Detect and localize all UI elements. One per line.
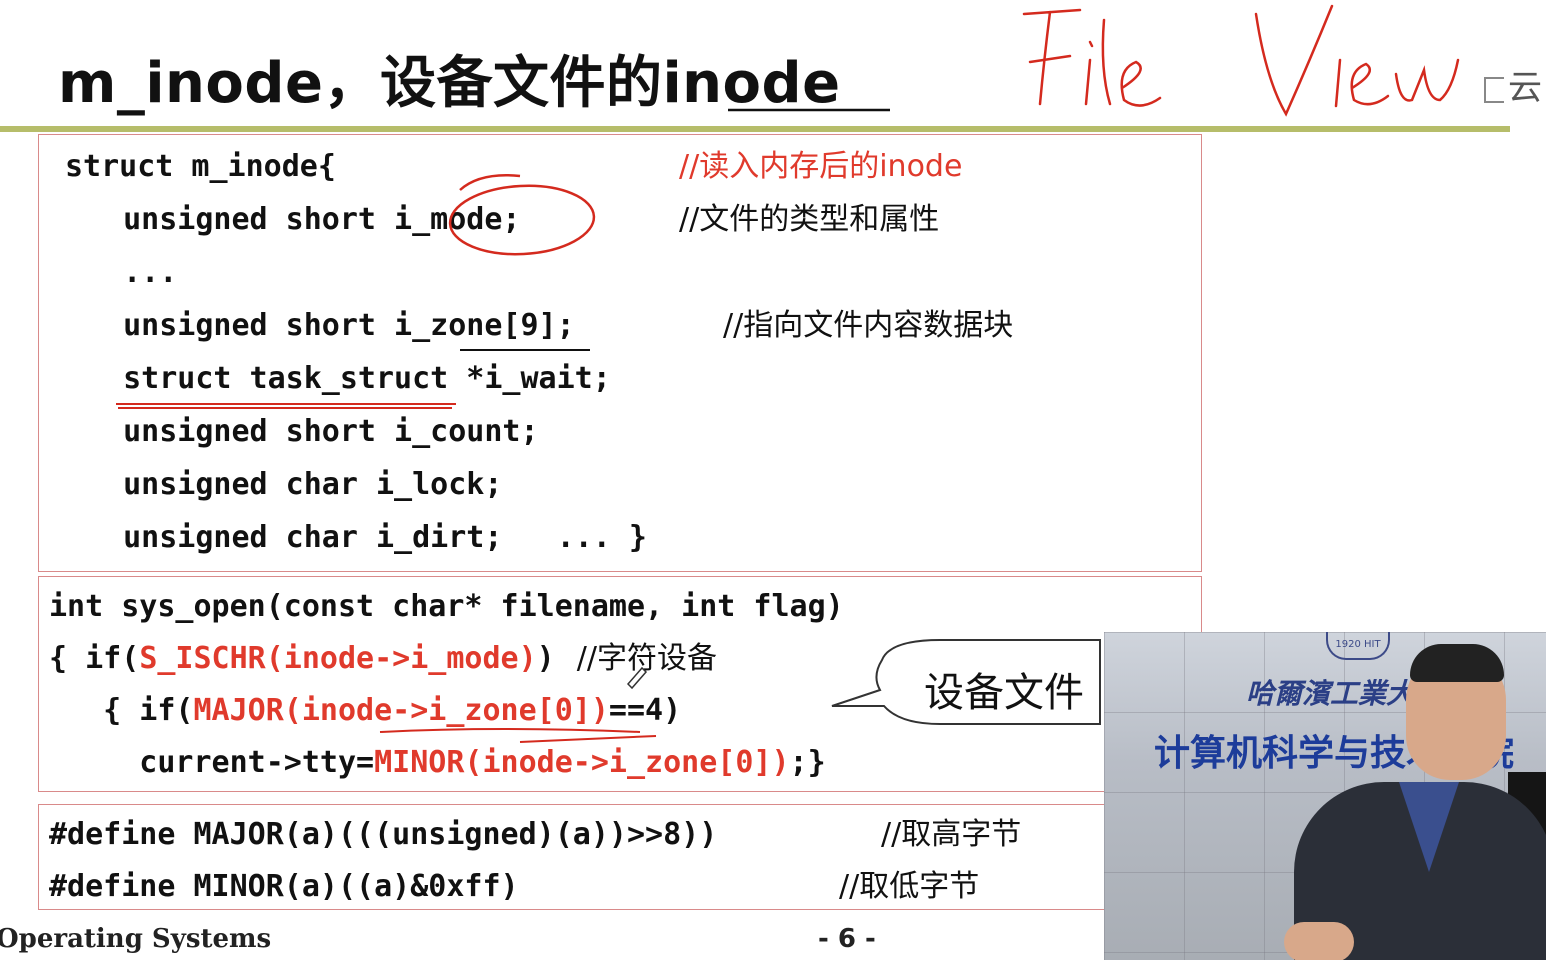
school-name: 哈爾濱工業大	[1246, 677, 1415, 710]
callout-text: 设备文件	[924, 670, 1084, 716]
footer-course-name: Operating Systems	[0, 924, 272, 954]
instructor-video: 1920 HIT 哈爾濱工業大 计算机科学与技术学院	[1104, 632, 1546, 960]
sys-open-line-4: current->tty=MINOR(inode->i_zone[0]);}	[49, 745, 826, 780]
cloud-icon	[1484, 76, 1504, 103]
handwritten-file-view	[1022, 4, 1460, 117]
title-divider	[0, 126, 1510, 132]
struct-comment-1: //读入内存后的inode	[679, 149, 963, 184]
sys-open-line-3: { if(MAJOR(inode->i_zone[0])==4)	[49, 693, 682, 728]
struct-line-4: unsigned short i_zone[9];	[87, 308, 575, 343]
define-major-comment: //取高字节	[881, 817, 1022, 852]
s-ischr-call: S_ISCHR(inode->i_mode)	[139, 641, 537, 676]
define-minor-line: #define MINOR(a)((a)&0xff)	[49, 869, 519, 904]
struct-code-box: struct m_inode{ //读入内存后的inode unsigned s…	[38, 134, 1202, 572]
sys-open-signature: int sys_open(const char* filename, int f…	[49, 589, 844, 624]
instructor-hand	[1284, 922, 1354, 960]
struct-line-8: unsigned char i_dirt; ... }	[87, 520, 647, 555]
cloud-label: 云	[1508, 68, 1542, 108]
struct-comment-4: //指向文件内容数据块	[723, 308, 1014, 343]
struct-line-1: struct m_inode{	[65, 149, 336, 184]
define-major-line: #define MAJOR(a)(((unsigned)(a))>>8))	[49, 817, 718, 852]
cloud-logo: 云	[1484, 60, 1542, 108]
struct-line-2: unsigned short i_mode;	[87, 202, 521, 237]
slide-title: m_inode，设备文件的inode	[58, 51, 841, 116]
university-badge: 1920 HIT	[1326, 632, 1390, 660]
struct-line-3: ...	[87, 255, 178, 290]
instructor-hair	[1410, 644, 1504, 682]
sys-open-line-2: { if(S_ISCHR(inode->i_mode))//字符设备	[49, 641, 717, 676]
define-minor-comment: //取低字节	[839, 869, 980, 904]
char-device-comment: //字符设备	[576, 641, 717, 676]
major-call: MAJOR(inode->i_zone[0])	[193, 693, 609, 728]
page-number: - 6 -	[818, 924, 876, 954]
minor-call: MINOR(inode->i_zone[0])	[374, 745, 790, 780]
struct-line-6: unsigned short i_count;	[87, 414, 539, 449]
struct-line-7: unsigned char i_lock;	[87, 467, 503, 502]
struct-line-5: struct task_struct *i_wait;	[87, 361, 611, 396]
struct-comment-2: //文件的类型和属性	[679, 202, 940, 237]
define-code-box: #define MAJOR(a)(((unsigned)(a))>>8)) //…	[38, 804, 1110, 910]
